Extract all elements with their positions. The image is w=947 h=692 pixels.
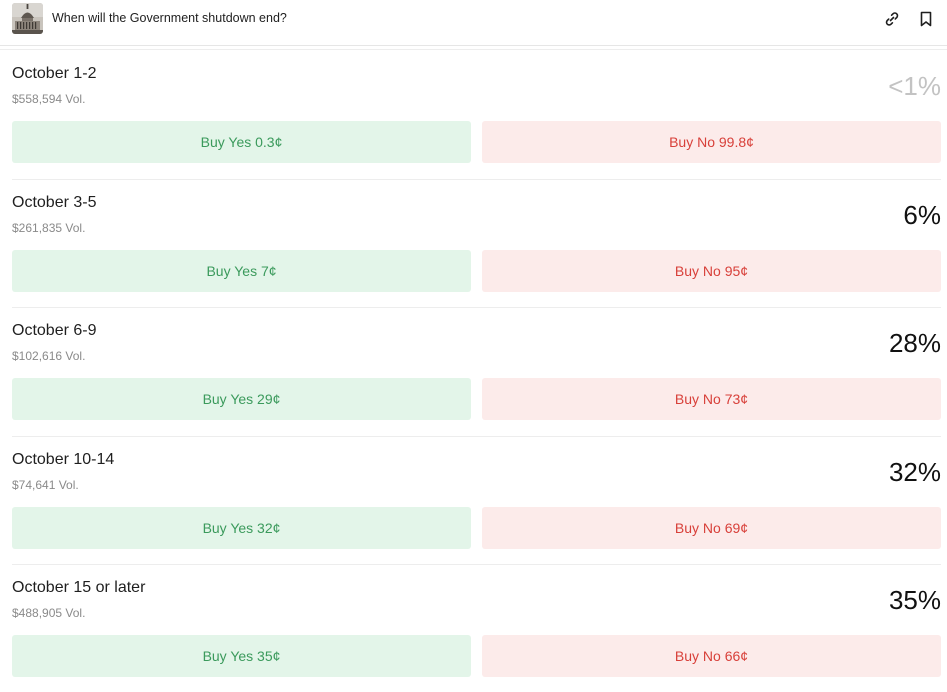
buy-no-button[interactable]: Buy No 66¢ (482, 635, 941, 677)
outcome-probability: 28% (888, 328, 941, 358)
buy-no-button[interactable]: Buy No 73¢ (482, 378, 941, 420)
buy-yes-button[interactable]: Buy Yes 7¢ (12, 250, 471, 292)
outcome-volume: $102,616 Vol. (12, 349, 86, 363)
outcome-label: October 3-5 (12, 194, 97, 211)
outcome-row-october-1-2: October 1-2 $558,594 Vol. <1% Buy Yes 0.… (12, 50, 941, 178)
outcome-label: October 15 or later (12, 579, 146, 596)
outcome-label: October 1-2 (12, 65, 97, 82)
outcome-volume: $558,594 Vol. (12, 92, 86, 106)
outcome-row-october-10-14: October 10-14 $74,641 Vol. 32% Buy Yes 3… (12, 436, 941, 564)
buy-yes-button[interactable]: Buy Yes 35¢ (12, 635, 471, 677)
outcome-probability: <1% (888, 71, 941, 101)
link-icon[interactable] (883, 10, 901, 28)
capitol-building-icon[interactable] (12, 3, 43, 34)
buy-yes-button[interactable]: Buy Yes 29¢ (12, 378, 471, 420)
buy-no-button[interactable]: Buy No 99.8¢ (482, 121, 941, 163)
buy-yes-button[interactable]: Buy Yes 32¢ (12, 507, 471, 549)
outcome-volume: $74,641 Vol. (12, 478, 79, 492)
outcome-probability: 6% (903, 200, 941, 230)
buy-no-button[interactable]: Buy No 69¢ (482, 507, 941, 549)
market-title: When will the Government shutdown end? (52, 11, 287, 25)
outcome-row-october-15-or-later: October 15 or later $488,905 Vol. 35% Bu… (12, 564, 941, 692)
outcome-volume: $261,835 Vol. (12, 221, 86, 235)
outcome-label: October 10-14 (12, 451, 115, 468)
buy-yes-button[interactable]: Buy Yes 0.3¢ (12, 121, 471, 163)
outcome-probability: 32% (888, 457, 941, 487)
outcome-volume: $488,905 Vol. (12, 606, 86, 620)
outcome-label: October 6-9 (12, 322, 97, 339)
outcome-row-october-6-9: October 6-9 $102,616 Vol. 28% Buy Yes 29… (12, 307, 941, 435)
bookmark-icon[interactable] (917, 10, 935, 28)
market-header: When will the Government shutdown end? (0, 0, 947, 46)
outcome-row-october-3-5: October 3-5 $261,835 Vol. 6% Buy Yes 7¢ … (12, 179, 941, 307)
outcome-probability: 35% (888, 585, 941, 615)
buy-no-button[interactable]: Buy No 95¢ (482, 250, 941, 292)
